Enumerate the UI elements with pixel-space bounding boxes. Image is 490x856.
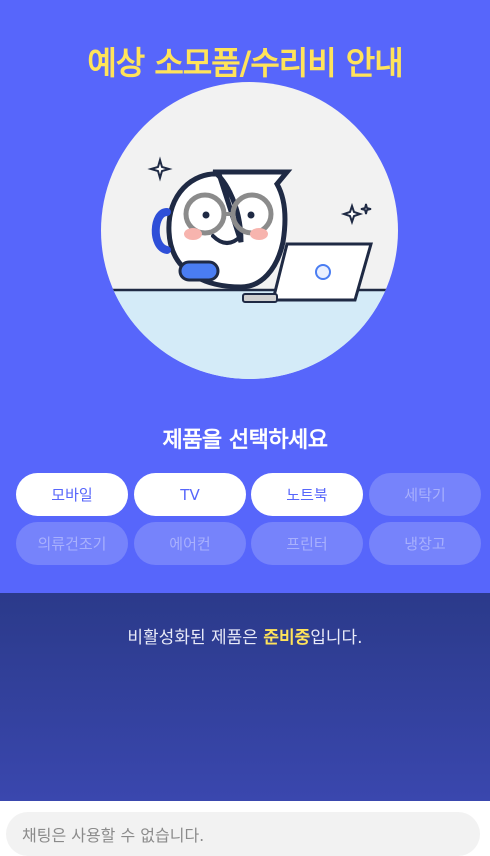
hero-illustration — [101, 82, 398, 379]
support-agent-illustration — [101, 156, 398, 379]
top-panel: 예상 소모품/수리비 안내 제품을 선택하세요 모바일 TV 노트북 세탁기 의… — [0, 0, 490, 593]
product-chip-printer: 프린터 — [251, 522, 363, 565]
product-chip-aircon: 에어컨 — [134, 522, 246, 565]
notice-highlight: 준비중 — [263, 628, 311, 648]
product-chip-mobile[interactable]: 모바일 — [16, 473, 128, 516]
product-chip-washer: 세탁기 — [369, 473, 481, 516]
notice-text: 비활성화된 제품은 준비중입니다. — [0, 623, 490, 648]
product-chip-tv[interactable]: TV — [134, 473, 246, 516]
chat-input[interactable]: 채팅은 사용할 수 없습니다. — [6, 812, 480, 856]
chat-bar: 채팅은 사용할 수 없습니다. — [0, 801, 490, 856]
page-title: 예상 소모품/수리비 안내 — [87, 44, 403, 82]
notice-suffix: 입니다. — [310, 628, 363, 648]
notice-panel: 비활성화된 제품은 준비중입니다. — [0, 593, 490, 801]
notice-prefix: 비활성화된 제품은 — [127, 628, 264, 648]
product-chip-notebook[interactable]: 노트북 — [251, 473, 363, 516]
select-product-heading: 제품을 선택하세요 — [162, 428, 328, 453]
product-chip-dryer: 의류건조기 — [16, 522, 128, 565]
product-chip-refrigerator: 냉장고 — [369, 522, 481, 565]
